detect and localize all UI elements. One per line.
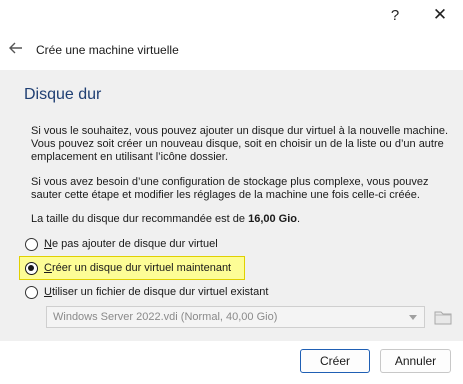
option-no-disk[interactable]: Ne pas ajouter de disque dur virtuel (25, 235, 218, 253)
radio-existing-disk[interactable] (25, 285, 38, 299)
page-title: Disque dur (24, 86, 102, 103)
mnemonic-c: C (44, 262, 52, 274)
radio-no-disk[interactable] (25, 237, 38, 251)
recommended-size: 16,00 Gio (248, 213, 297, 225)
option-existing-disk-text: tiliser un fichier de disque dur virtuel… (51, 286, 269, 298)
recommended-suffix: . (297, 213, 301, 225)
help-icon[interactable]: ? (372, 0, 418, 30)
option-existing-disk[interactable]: Utiliser un fichier de disque dur virtue… (25, 283, 268, 301)
radio-create-disk[interactable] (25, 261, 38, 275)
chevron-down-icon (409, 315, 417, 320)
option-existing-disk-label: Utiliser un fichier de disque dur virtue… (44, 286, 268, 298)
option-no-disk-text: e pas ajouter de disque dur virtuel (51, 238, 218, 250)
content-panel: Disque dur Si vous le souhaitez, vous po… (0, 70, 463, 341)
create-button[interactable]: Créer (300, 349, 370, 373)
option-create-disk-text: réer un disque dur virtuel maintenant (51, 262, 232, 274)
cancel-button[interactable]: Annuler (380, 349, 451, 373)
title-bar: ? ✕ (0, 0, 463, 30)
wizard-title: Crée une machine virtuelle (36, 43, 179, 57)
existing-disk-select-value: Windows Server 2022.vdi (Normal, 40,00 G… (53, 311, 278, 323)
option-no-disk-label: Ne pas ajouter de disque dur virtuel (44, 238, 218, 250)
close-icon[interactable]: ✕ (417, 0, 463, 30)
back-arrow-icon[interactable] (8, 40, 24, 56)
existing-disk-select[interactable]: Windows Server 2022.vdi (Normal, 40,00 G… (46, 306, 425, 328)
wizard-header: Crée une machine virtuelle (0, 38, 463, 64)
folder-icon[interactable] (433, 306, 453, 328)
mnemonic-n: N (44, 238, 52, 250)
option-create-disk[interactable]: Créer un disque dur virtuel maintenant (25, 259, 231, 277)
option-create-disk-label: Créer un disque dur virtuel maintenant (44, 262, 231, 274)
recommended-prefix: La taille du disque dur recommandée est … (31, 213, 249, 225)
mnemonic-u: U (44, 286, 52, 298)
advanced-paragraph: Si vous avez besoin d’une configuration … (31, 176, 429, 201)
intro-paragraph: Si vous le souhaitez, vous pouvez ajoute… (31, 125, 449, 163)
recommended-size-text: La taille du disque dur recommandée est … (31, 213, 449, 226)
